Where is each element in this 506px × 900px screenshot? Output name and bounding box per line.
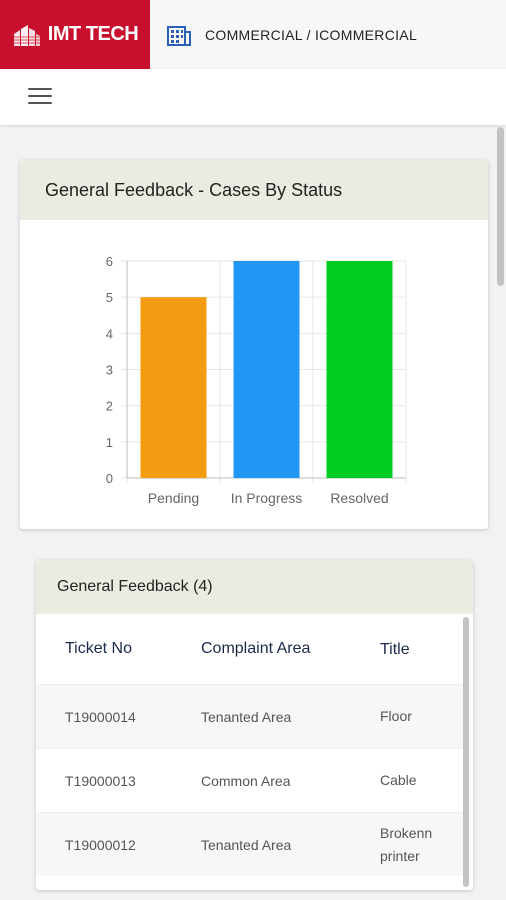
table-row[interactable]: T19000012 Tenanted Area Brokenn printer (36, 812, 463, 876)
table-card-header: General Feedback (4) (36, 560, 473, 614)
chart-card-header: General Feedback - Cases By Status (20, 160, 488, 220)
cases-by-status-card: General Feedback - Cases By Status 0 1 2 3 4… (20, 160, 488, 529)
column-header-ticket-no[interactable]: Ticket No (65, 640, 132, 658)
table-row[interactable]: T19000013 Common Area Cable (36, 748, 463, 812)
column-header-complaint-area[interactable]: Complaint Area (201, 640, 310, 658)
table-scrollbar[interactable] (463, 617, 469, 887)
page-scrollbar[interactable] (497, 127, 504, 286)
table-header-row: Ticket No Complaint Area Title (36, 614, 463, 684)
column-header-title[interactable]: Title (380, 638, 450, 661)
general-feedback-card: General Feedback (4) Ticket No Complaint… (36, 560, 473, 890)
y-tick-label: 4 (106, 326, 113, 341)
bar-in-progress (233, 261, 300, 478)
y-tick-label: 5 (106, 290, 113, 305)
title-cell: Brokenn printer (380, 824, 433, 864)
x-tick-label: In Progress (231, 490, 303, 506)
cases-by-status-chart: 0 1 2 3 4 5 6 Pending In Progress Resolved (106, 254, 407, 506)
toolbar (0, 69, 506, 125)
y-tick-label: 3 (106, 363, 113, 378)
building-logo-icon (13, 24, 40, 46)
table-row[interactable]: T19000014 Tenanted Area Floor (36, 684, 463, 748)
complaint-area-cell: Tenanted Area (201, 836, 292, 853)
x-tick-label: Resolved (330, 490, 388, 506)
ticket-no-cell: T19000014 (65, 708, 136, 725)
complaint-area-cell: Common Area (201, 772, 291, 789)
brand-logo-block[interactable]: IMT TECH (0, 0, 150, 69)
x-tick-label: Pending (148, 490, 199, 506)
ticket-no-cell: T19000012 (65, 836, 136, 853)
hamburger-menu-icon[interactable] (28, 88, 52, 106)
y-tick-label: 2 (106, 399, 113, 414)
breadcrumb[interactable]: COMMERCIAL / ICOMMERCIAL (205, 27, 417, 43)
top-header: IMT TECH COMMERCIAL / ICOMMERCIAL (0, 0, 506, 69)
bar-resolved (326, 261, 393, 478)
bar-pending (140, 297, 207, 478)
brand-name: IMT TECH (47, 23, 139, 45)
y-tick-label: 0 (106, 471, 113, 486)
complaint-area-cell: Tenanted Area (201, 708, 292, 725)
chart-card-title: General Feedback - Cases By Status (45, 179, 343, 200)
y-tick-label: 6 (106, 254, 113, 269)
table-card-title: General Feedback (4) (57, 578, 213, 595)
ticket-no-cell: T19000013 (65, 772, 136, 789)
title-cell: Floor (380, 708, 412, 724)
y-tick-label: 1 (106, 435, 113, 450)
building-icon (167, 25, 191, 46)
title-cell: Cable (380, 772, 417, 788)
